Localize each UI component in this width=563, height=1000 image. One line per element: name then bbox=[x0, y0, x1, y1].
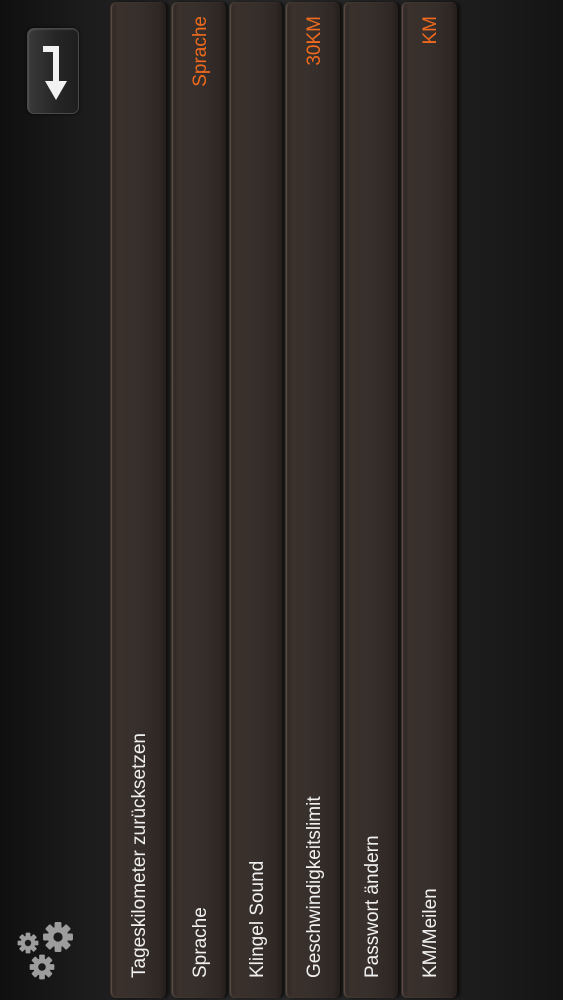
row-label: KM/Meilen bbox=[420, 888, 441, 978]
row-label: Sprache bbox=[189, 907, 211, 978]
gears-icon[interactable] bbox=[12, 915, 82, 985]
arrow-down-return-icon bbox=[43, 46, 67, 100]
row-speed-limit[interactable]: Geschwindigkeitslimit 30KM bbox=[286, 2, 341, 998]
row-bell-sound[interactable]: Klingel Sound bbox=[230, 2, 283, 998]
row-change-password[interactable]: Passwort ändern bbox=[344, 2, 399, 998]
row-language[interactable]: Sprache Sprache bbox=[172, 2, 227, 998]
row-value: KM bbox=[420, 16, 441, 45]
row-km-miles[interactable]: KM/Meilen KM bbox=[402, 2, 458, 998]
row-label: Passwort ändern bbox=[361, 835, 383, 978]
row-label: Klingel Sound bbox=[246, 860, 268, 978]
row-label: Tageskilometer zurücksetzen bbox=[129, 733, 150, 978]
row-label: Geschwindigkeitslimit bbox=[303, 796, 325, 978]
back-button[interactable] bbox=[27, 28, 79, 114]
row-value: Sprache bbox=[189, 16, 211, 87]
row-reset-trip[interactable]: Tageskilometer zurücksetzen bbox=[111, 2, 167, 998]
row-value: 30KM bbox=[303, 16, 325, 66]
settings-screen: Tageskilometer zurücksetzen Sprache Spra… bbox=[0, 0, 563, 1000]
